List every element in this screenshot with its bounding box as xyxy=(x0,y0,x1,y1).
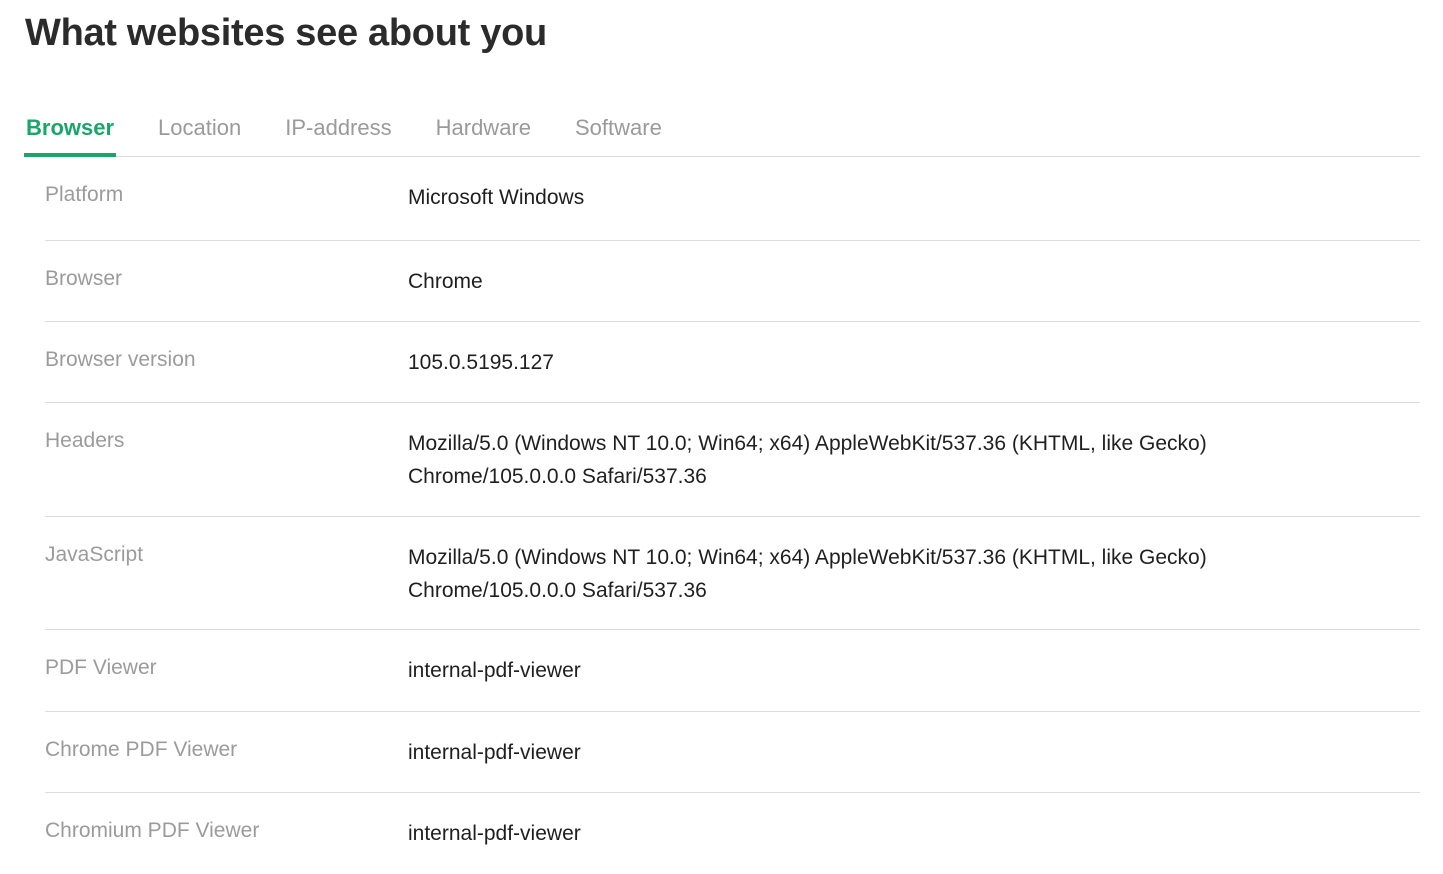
row-value: internal-pdf-viewer xyxy=(408,822,581,845)
table-row-browser-version: Browser version 105.0.5195.127 xyxy=(45,322,1420,403)
info-table: Platform Microsoft Windows Browser Chrom… xyxy=(45,157,1420,874)
table-row-javascript: JavaScript Mozilla/5.0 (Windows NT 10.0;… xyxy=(45,517,1420,630)
row-value: Mozilla/5.0 (Windows NT 10.0; Win64; x64… xyxy=(408,432,1207,488)
row-value: internal-pdf-viewer xyxy=(408,741,581,764)
table-row-pdf-viewer: PDF Viewer internal-pdf-viewer xyxy=(45,630,1420,712)
tab-browser[interactable]: Browser xyxy=(24,104,117,157)
tab-bar: Browser Location IP-address Hardware Sof… xyxy=(24,104,1420,157)
row-value: Mozilla/5.0 (Windows NT 10.0; Win64; x64… xyxy=(408,546,1207,602)
row-label: JavaScript xyxy=(45,543,144,566)
row-label: PDF Viewer xyxy=(45,656,157,679)
tab-ip-address[interactable]: IP-address xyxy=(283,104,393,156)
row-label: Browser xyxy=(45,267,123,290)
tab-hardware[interactable]: Hardware xyxy=(434,104,533,156)
table-row-headers: Headers Mozilla/5.0 (Windows NT 10.0; Wi… xyxy=(45,403,1420,517)
row-label: Chrome PDF Viewer xyxy=(45,738,238,761)
row-value: Microsoft Windows xyxy=(408,186,585,209)
row-label: Chromium PDF Viewer xyxy=(45,819,260,842)
table-row-chromium-pdf-viewer: Chromium PDF Viewer internal-pdf-viewer xyxy=(45,793,1420,874)
page-title: What websites see about you xyxy=(25,12,547,54)
table-row-browser: Browser Chrome xyxy=(45,241,1420,322)
row-value: Chrome xyxy=(408,270,483,293)
table-row-chrome-pdf-viewer: Chrome PDF Viewer internal-pdf-viewer xyxy=(45,712,1420,793)
table-row-platform: Platform Microsoft Windows xyxy=(45,157,1420,241)
row-value: 105.0.5195.127 xyxy=(408,351,554,374)
row-label: Headers xyxy=(45,429,125,452)
row-value: internal-pdf-viewer xyxy=(408,659,581,682)
row-label: Browser version xyxy=(45,348,196,371)
tab-software[interactable]: Software xyxy=(573,104,664,156)
row-label: Platform xyxy=(45,183,124,206)
tab-location[interactable]: Location xyxy=(156,104,243,156)
